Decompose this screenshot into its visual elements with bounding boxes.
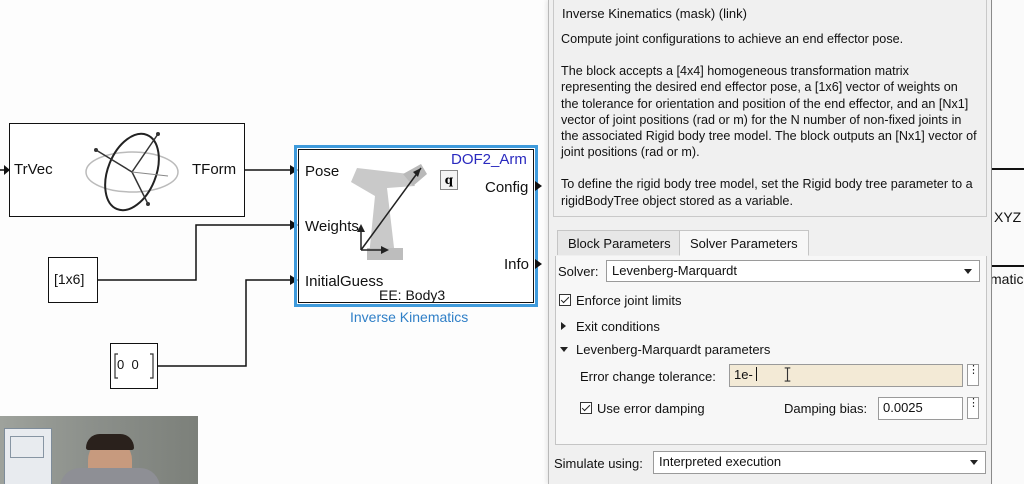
damping-bias-label: Damping bias: xyxy=(784,401,868,416)
solver-dropdown[interactable]: Levenberg-Marquardt xyxy=(606,260,980,282)
error-change-tolerance-value: 1e- xyxy=(734,367,753,382)
tab-solver-parameters[interactable]: Solver Parameters xyxy=(679,230,809,256)
solver-value: Levenberg-Marquardt xyxy=(612,263,738,278)
inverse-kinematics-block[interactable]: Pose Weights InitialGuess Config Info DO… xyxy=(298,149,534,303)
presenter-webcam xyxy=(0,416,198,484)
lm-parameters-section[interactable]: Levenberg-Marquardt parameters xyxy=(576,342,770,357)
info-output-port[interactable] xyxy=(535,259,542,269)
pose-port-label: Pose xyxy=(305,163,340,180)
end-effector-label: EE: Body3 xyxy=(379,287,446,303)
error-change-tolerance-label: Error change tolerance: xyxy=(580,369,716,384)
ellipsis-icon[interactable]: ⋮ xyxy=(967,397,979,419)
enforce-joint-limits-label[interactable]: Enforce joint limits xyxy=(576,293,681,308)
info-port-label: Info xyxy=(504,256,530,273)
description-paragraph: To define the rigid body tree model, set… xyxy=(561,177,973,208)
right-diagram-fragment: XYZ matic xyxy=(990,0,1024,484)
initialguess-port-label: InitialGuess xyxy=(305,273,384,290)
vector-brackets xyxy=(114,353,154,379)
ellipsis-icon[interactable]: ⋮ xyxy=(967,364,979,386)
dialog-group-title: Inverse Kinematics (mask) (link) xyxy=(559,6,750,21)
trvec-port-label: TrVec xyxy=(14,161,53,178)
use-error-damping-label[interactable]: Use error damping xyxy=(597,401,705,416)
coordinate-transform-block[interactable]: TrVec TForm xyxy=(9,123,245,217)
robot-name-label: DOF2_Arm xyxy=(451,151,527,168)
q-label: q xyxy=(444,173,454,187)
weights-constant-value: [1x6] xyxy=(54,271,85,287)
use-error-damping-checkbox[interactable] xyxy=(580,402,592,414)
damping-bias-input[interactable]: 0.0025 xyxy=(878,397,963,420)
config-output-port[interactable] xyxy=(535,181,542,191)
tab-label: Solver Parameters xyxy=(690,236,798,251)
robot-arm-icon xyxy=(351,164,427,260)
dropdown-caret-icon xyxy=(970,460,978,465)
enforce-joint-limits-checkbox[interactable] xyxy=(559,294,571,306)
solver-label: Solver: xyxy=(558,264,599,279)
weights-constant-block[interactable]: [1x6] xyxy=(48,257,98,303)
matic-partial-label: matic xyxy=(990,271,1024,287)
solver-parameters-pane: Solver: Levenberg-Marquardt Enforce join… xyxy=(555,256,987,445)
simulate-using-dropdown[interactable]: Interpreted execution xyxy=(653,451,986,474)
simulate-using-value: Interpreted execution xyxy=(659,454,782,469)
damping-bias-value: 0.0025 xyxy=(883,400,923,415)
ik-block-caption: Inverse Kinematics xyxy=(350,309,469,325)
initial-guess-constant-block[interactable]: 0 0 xyxy=(110,343,158,389)
dropdown-caret-icon xyxy=(964,269,972,274)
config-port-label: Config xyxy=(485,179,529,196)
expand-triangle-icon[interactable] xyxy=(561,322,566,330)
description-paragraph: The block accepts a [4x4] homogeneous tr… xyxy=(561,64,977,160)
description-line: Compute joint configurations to achieve … xyxy=(561,32,904,46)
tform-port-label: TForm xyxy=(192,161,237,178)
error-change-tolerance-input[interactable]: 1e- xyxy=(729,364,963,387)
block-description: Compute joint configurations to achieve … xyxy=(561,31,977,225)
text-cursor-icon xyxy=(784,367,791,382)
block-parameters-dialog: Inverse Kinematics (mask) (link) Compute… xyxy=(548,0,992,484)
exit-conditions-section[interactable]: Exit conditions xyxy=(576,319,660,334)
collapse-triangle-icon[interactable] xyxy=(560,347,568,352)
simulate-using-label: Simulate using: xyxy=(554,456,643,471)
parameter-tabs: Block Parameters Solver Parameters xyxy=(555,230,985,257)
tab-label: Block Parameters xyxy=(568,236,671,251)
coordinate-transform-icon xyxy=(85,132,179,212)
tab-block-parameters[interactable]: Block Parameters xyxy=(557,230,682,255)
text-caret xyxy=(756,367,758,381)
xyz-partial-label: XYZ xyxy=(994,209,1022,225)
